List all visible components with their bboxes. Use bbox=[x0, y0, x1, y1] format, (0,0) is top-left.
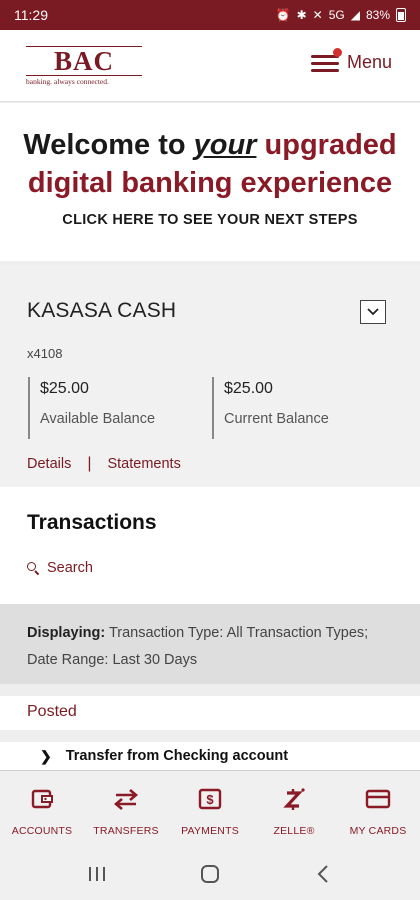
bac-logo: BAC banking. always connected. bbox=[26, 46, 142, 86]
mute-icon: ✕ bbox=[312, 8, 323, 22]
transfer-arrows-icon bbox=[112, 787, 140, 811]
status-icons: ⏰ ✱ ✕ 5G ◢ 83% bbox=[276, 8, 406, 22]
recent-apps-icon bbox=[88, 867, 105, 881]
svg-text:$: $ bbox=[206, 792, 214, 807]
chevron-down-icon bbox=[367, 308, 379, 316]
signal-icon: ◢ bbox=[350, 8, 360, 22]
recent-apps-button[interactable] bbox=[67, 854, 127, 894]
status-time: 11:29 bbox=[14, 7, 48, 23]
battery-icon bbox=[396, 8, 406, 22]
logo-tagline: banking. always connected. bbox=[26, 77, 109, 86]
system-nav-bar bbox=[0, 848, 420, 900]
battery-percent: 83% bbox=[365, 8, 390, 22]
menu-label: Menu bbox=[346, 52, 392, 72]
network-label: 5G bbox=[328, 8, 345, 22]
transaction-filter-summary: Displaying: Transaction Type: All Transa… bbox=[0, 604, 420, 684]
account-links: Details | Statements bbox=[27, 455, 181, 473]
nav-transfers[interactable]: TRANSFERS bbox=[84, 771, 168, 848]
banner-subheadline: digital banking experience bbox=[27, 167, 393, 199]
payments-icon: $ bbox=[198, 787, 222, 811]
current-balance: $25.00 Current Balance bbox=[212, 377, 329, 439]
alarm-icon: ⏰ bbox=[275, 8, 291, 22]
search-icon bbox=[27, 562, 40, 576]
menu-button[interactable]: Menu bbox=[310, 47, 392, 73]
transactions-section: Transactions Search bbox=[0, 487, 420, 604]
nav-payments-label: PAYMENTS bbox=[181, 825, 239, 837]
nav-my-cards-label: MY CARDS bbox=[349, 825, 407, 837]
transactions-title: Transactions bbox=[27, 511, 157, 534]
banner-prefix: Welcome to bbox=[23, 129, 186, 161]
banner-suffix: upgraded bbox=[264, 129, 397, 161]
account-number: x4108 bbox=[27, 346, 63, 361]
nav-zelle-label: ZELLE® bbox=[273, 825, 315, 837]
transaction-row[interactable]: ❯ Transfer from Checking account bbox=[0, 742, 420, 770]
nav-transfers-label: TRANSFERS bbox=[93, 825, 159, 837]
link-separator: | bbox=[87, 455, 92, 472]
available-balance-value: $25.00 bbox=[40, 380, 89, 397]
statements-link[interactable]: Statements bbox=[107, 456, 180, 472]
banner-headline: Welcome to your upgraded bbox=[0, 129, 420, 162]
posted-header: Posted bbox=[0, 696, 420, 730]
nav-zelle[interactable]: ZELLE® bbox=[252, 771, 336, 848]
nav-accounts[interactable]: ACCOUNTS bbox=[0, 771, 84, 848]
logo-text: BAC bbox=[53, 46, 114, 76]
bluetooth-icon: ✱ bbox=[296, 8, 307, 22]
chevron-right-icon: ❯ bbox=[40, 747, 52, 764]
posted-label: Posted bbox=[27, 703, 77, 720]
hamburger-icon bbox=[310, 47, 342, 73]
home-button[interactable] bbox=[180, 854, 240, 894]
zelle-icon bbox=[282, 787, 306, 811]
home-icon bbox=[200, 865, 219, 883]
bottom-nav: ACCOUNTS TRANSFERS $ PAYMENTS ZELLE® MY … bbox=[0, 770, 420, 848]
next-steps-link[interactable]: CLICK HERE TO SEE YOUR NEXT STEPS bbox=[0, 212, 420, 228]
available-balance-label: Available Balance bbox=[40, 411, 156, 427]
search-label: Search bbox=[47, 560, 93, 576]
nav-my-cards[interactable]: MY CARDS bbox=[336, 771, 420, 848]
wallet-icon bbox=[31, 787, 53, 811]
nav-payments[interactable]: $ PAYMENTS bbox=[168, 771, 252, 848]
welcome-banner[interactable]: Welcome to your upgraded digital banking… bbox=[0, 103, 420, 261]
filter-label: Displaying: bbox=[27, 625, 106, 641]
banner-emphasis: your bbox=[193, 129, 257, 161]
transaction-description: Transfer from Checking account bbox=[65, 748, 289, 764]
transactions-search-button[interactable]: Search bbox=[27, 560, 93, 576]
card-icon bbox=[365, 787, 391, 811]
app-header: BAC banking. always connected. Menu bbox=[0, 30, 420, 102]
account-name: KASASA CASH bbox=[27, 299, 177, 322]
current-balance-label: Current Balance bbox=[224, 411, 329, 427]
back-icon bbox=[317, 865, 329, 883]
available-balance: $25.00 Available Balance bbox=[28, 377, 155, 439]
status-bar: 11:29 ⏰ ✱ ✕ 5G ◢ 83% bbox=[0, 0, 420, 30]
account-dropdown-toggle[interactable] bbox=[360, 300, 386, 324]
details-link[interactable]: Details bbox=[27, 456, 71, 472]
notification-dot bbox=[332, 47, 342, 57]
nav-accounts-label: ACCOUNTS bbox=[11, 825, 73, 837]
current-balance-value: $25.00 bbox=[224, 380, 273, 397]
back-button[interactable] bbox=[293, 854, 353, 894]
account-card: KASASA CASH x4108 $25.00 Available Balan… bbox=[0, 265, 420, 487]
